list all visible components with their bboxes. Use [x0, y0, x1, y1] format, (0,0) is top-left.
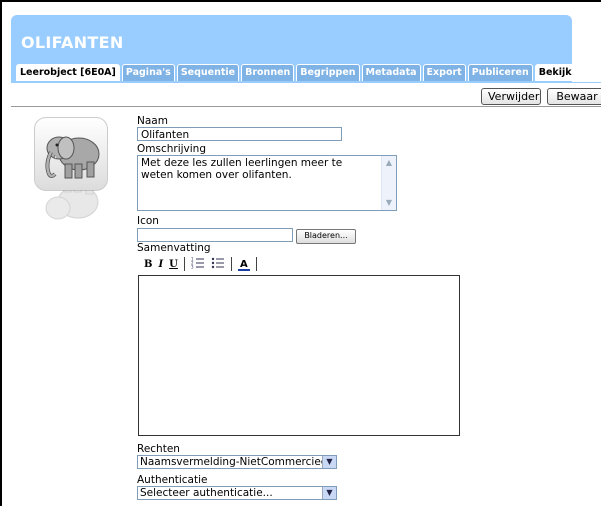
description-field[interactable]: Met deze les zullen leerlingen meer te w… — [137, 155, 397, 211]
unordered-list-icon[interactable] — [211, 257, 225, 272]
save-button[interactable]: Bewaar — [547, 88, 601, 105]
toolbar-separator — [230, 257, 232, 271]
scroll-down-icon[interactable]: ▼ — [383, 197, 395, 209]
auth-value: Selecteer authenticatie... — [140, 487, 273, 499]
rights-select[interactable]: Naamsvermelding-NietCommercieel- ▼ — [137, 455, 337, 469]
page-border-left — [0, 0, 2, 506]
bold-button[interactable]: B — [144, 259, 152, 270]
dropdown-arrow-icon[interactable]: ▼ — [322, 456, 336, 468]
summary-label: Samenvatting — [137, 242, 211, 254]
font-color-letter: A — [240, 259, 248, 270]
tab-export[interactable]: Export — [422, 64, 466, 81]
summary-editor[interactable] — [138, 275, 460, 436]
rights-label: Rechten — [137, 443, 180, 455]
auth-label: Authenticatie — [137, 474, 208, 486]
icon-label: Icon — [137, 215, 159, 227]
browse-button[interactable]: Bladeren... — [296, 229, 356, 244]
page-border-top — [0, 0, 601, 2]
toolbar-separator — [183, 257, 185, 271]
ordered-list-icon[interactable]: 123 — [191, 256, 205, 272]
icon-file-field[interactable] — [137, 228, 293, 242]
tab-bronnen[interactable]: Bronnen — [241, 64, 295, 81]
tab-leerobject[interactable]: Leerobject [6E0A] — [16, 64, 120, 81]
tab-sequentie[interactable]: Sequentie — [176, 64, 240, 81]
tab-bekijk[interactable]: Bekijk — [534, 64, 576, 81]
tab-publiceren[interactable]: Publiceren — [467, 64, 533, 81]
toolbar-separator — [255, 257, 257, 271]
editor-toolbar: B I U 123 A — [144, 256, 257, 272]
tab-bar: Leerobject [6E0A] Pagina's Sequentie Bro… — [16, 64, 576, 81]
name-field[interactable]: Olifanten — [137, 127, 342, 141]
page-title: OLIFANTEN — [21, 33, 124, 52]
delete-button[interactable]: Verwijder — [481, 88, 541, 105]
italic-button[interactable]: I — [158, 259, 163, 270]
tab-underline — [11, 82, 601, 83]
tab-metadata[interactable]: Metadata — [361, 64, 421, 81]
description-label: Omschrijving — [137, 143, 206, 155]
tab-paginas[interactable]: Pagina's — [121, 64, 175, 81]
tab-begrippen[interactable]: Begrippen — [296, 64, 360, 81]
divider — [11, 106, 601, 107]
rights-value: Naamsvermelding-NietCommercieel- — [140, 456, 334, 468]
underline-button[interactable]: U — [169, 259, 178, 270]
description-text: Met deze les zullen leerlingen meer te w… — [141, 157, 343, 181]
auth-select[interactable]: Selecteer authenticatie... ▼ — [137, 486, 337, 500]
description-scrollbar[interactable]: ▲ ▼ — [381, 156, 396, 210]
svg-text:3: 3 — [191, 264, 194, 269]
elephant-image — [34, 117, 108, 191]
dropdown-arrow-icon[interactable]: ▼ — [322, 487, 336, 499]
name-label: Naam — [137, 115, 168, 127]
elephant-reflection — [34, 190, 106, 238]
scroll-up-icon[interactable]: ▲ — [383, 157, 395, 169]
font-color-icon[interactable]: A — [237, 257, 250, 271]
